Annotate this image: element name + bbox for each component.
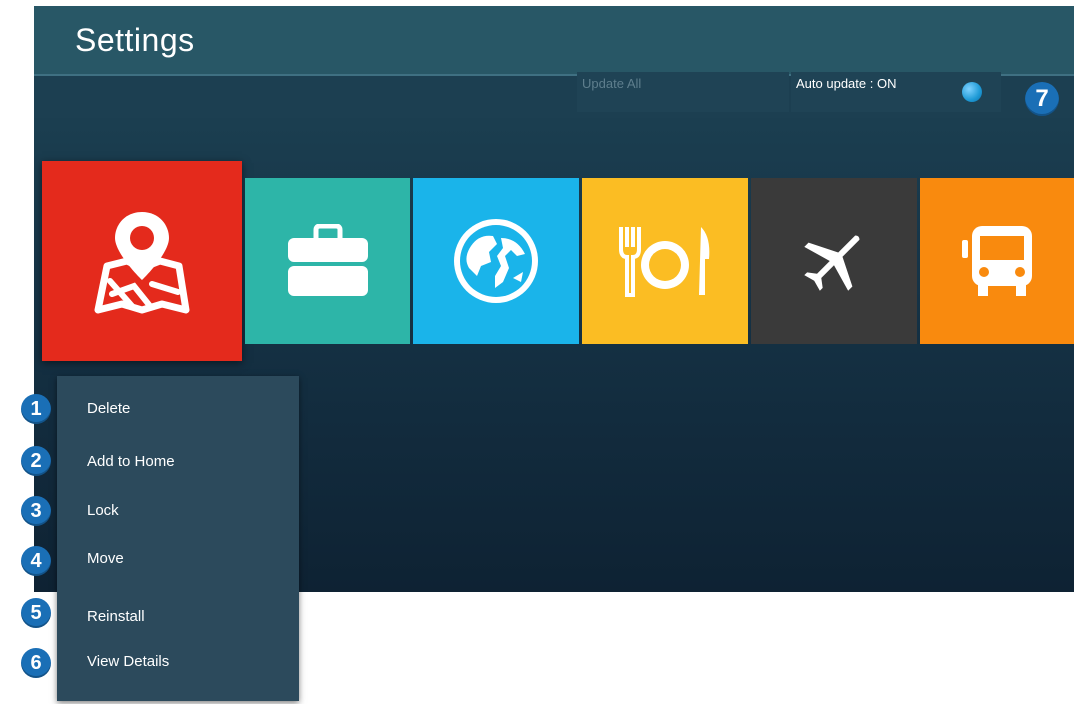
menu-item-lock[interactable]: Lock bbox=[87, 502, 119, 519]
callout-badge-6: 6 bbox=[21, 648, 51, 678]
menu-item-view-details[interactable]: View Details bbox=[87, 653, 169, 670]
context-menu: Delete Add to Home Lock Move Reinstall V… bbox=[57, 376, 299, 701]
briefcase-icon bbox=[287, 224, 368, 296]
app-tile-dining[interactable] bbox=[582, 178, 748, 344]
callout-badge-5: 5 bbox=[21, 598, 51, 628]
update-all-button[interactable]: Update All bbox=[577, 72, 789, 112]
callout-badge-4: 4 bbox=[21, 546, 51, 576]
airplane-icon bbox=[804, 235, 860, 291]
callout-badge-3: 3 bbox=[21, 496, 51, 526]
menu-item-move[interactable]: Move bbox=[87, 550, 124, 567]
app-tile-bus[interactable] bbox=[920, 178, 1074, 344]
fork-plate-knife-icon bbox=[619, 227, 710, 297]
callout-badge-2: 2 bbox=[21, 446, 51, 476]
menu-item-reinstall[interactable]: Reinstall bbox=[87, 608, 145, 625]
map-pin-icon bbox=[94, 212, 190, 314]
callout-badge-1: 1 bbox=[21, 394, 51, 424]
app-tile-globe[interactable] bbox=[413, 178, 579, 344]
page-title: Settings bbox=[75, 22, 195, 58]
app-tile-map[interactable] bbox=[42, 161, 242, 361]
menu-item-add-to-home[interactable]: Add to Home bbox=[87, 453, 175, 470]
bus-icon bbox=[962, 226, 1032, 296]
app-tile-briefcase[interactable] bbox=[245, 178, 410, 344]
menu-item-delete[interactable]: Delete bbox=[87, 400, 130, 417]
globe-icon bbox=[454, 219, 538, 303]
header-bar: Settings bbox=[34, 6, 1074, 74]
auto-update-toggle-indicator[interactable] bbox=[962, 82, 982, 102]
callout-badge-7: 7 bbox=[1025, 82, 1059, 116]
app-tile-airplane[interactable] bbox=[751, 178, 917, 344]
